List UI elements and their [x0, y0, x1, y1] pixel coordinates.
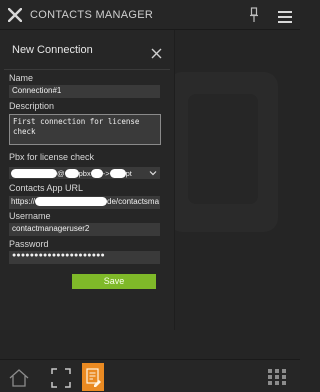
pbx-at: @	[57, 168, 65, 178]
url-suffix: de/contactsma	[107, 197, 160, 206]
redacted-text	[109, 168, 126, 178]
name-field[interactable]: Connection#1	[9, 85, 160, 98]
redacted-text	[90, 168, 103, 178]
pbx-label: Pbx for license check	[9, 152, 95, 162]
pbx-select[interactable]: @ pbx -> pt	[9, 167, 160, 179]
pbx-arrow: ->	[102, 168, 110, 178]
menu-icon[interactable]	[278, 8, 292, 23]
app-grid-icon[interactable]	[268, 369, 286, 385]
close-icon[interactable]	[151, 44, 162, 59]
panel-title: New Connection	[12, 43, 93, 56]
username-label: Username	[9, 211, 51, 221]
contacts-app-icon[interactable]	[82, 363, 104, 391]
url-label: Contacts App URL	[9, 183, 84, 193]
bottom-bar	[0, 359, 300, 392]
url-field[interactable]: https:// de/contactsma	[9, 196, 160, 209]
fullscreen-icon[interactable]	[51, 368, 71, 388]
description-label: Description	[9, 101, 55, 111]
pbx-host: pbx	[78, 168, 91, 178]
password-field[interactable]: ●●●●●●●●●●●●●●●●●●●●●	[9, 251, 160, 264]
description-field[interactable]: First connection for license check	[9, 114, 161, 145]
name-label: Name	[9, 73, 34, 83]
background-logo	[168, 72, 278, 232]
redacted-text	[64, 168, 79, 178]
pbx-tail: pt	[125, 168, 132, 178]
save-button[interactable]: Save	[72, 274, 156, 289]
password-label: Password	[9, 239, 49, 249]
username-field[interactable]: contactmanageruser2	[9, 223, 160, 236]
chevron-down-icon	[149, 169, 157, 177]
url-prefix: https://	[11, 197, 36, 206]
pin-icon[interactable]	[249, 7, 259, 23]
panel-header: New Connection	[4, 30, 170, 70]
home-icon[interactable]	[8, 368, 30, 388]
redacted-text	[11, 168, 57, 178]
x-logo-icon	[8, 7, 22, 22]
redacted-text	[35, 197, 108, 207]
title-bar: CONTACTS MANAGER	[0, 0, 300, 30]
app-title: CONTACTS MANAGER	[30, 8, 154, 21]
